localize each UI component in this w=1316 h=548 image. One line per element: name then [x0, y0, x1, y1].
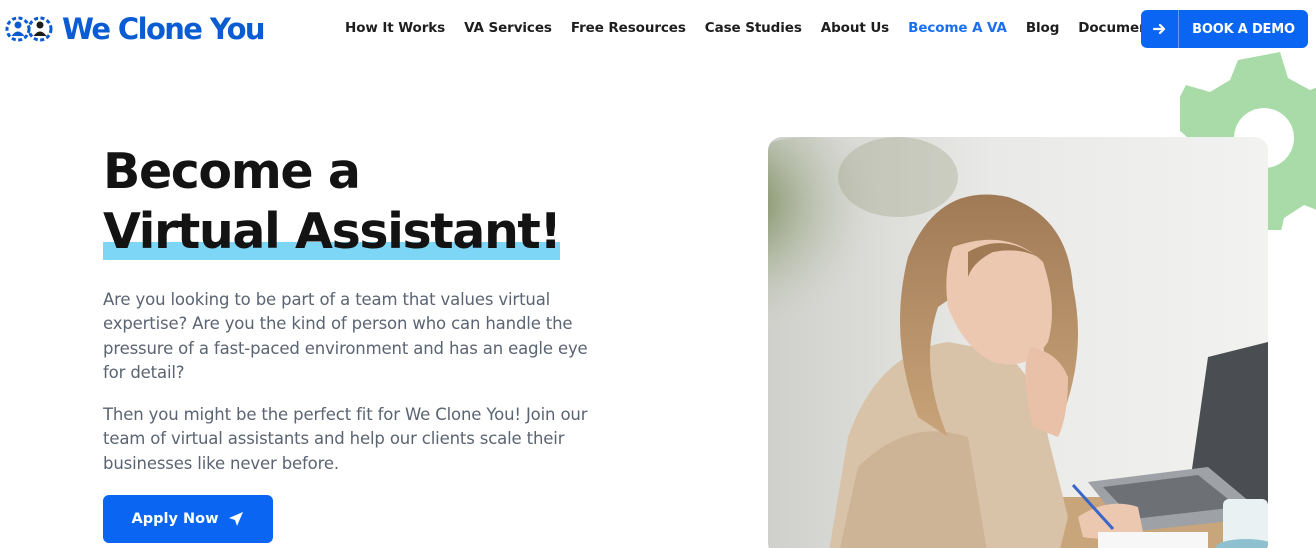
main-nav: How It Works VA Services Free Resources … [345, 20, 1212, 36]
apply-now-button[interactable]: Apply Now [103, 495, 273, 543]
logo[interactable]: We Clone You [4, 10, 266, 48]
paper-plane-icon [229, 512, 244, 526]
nav-case-studies[interactable]: Case Studies [705, 20, 802, 36]
site-header: We Clone You How It Works VA Services Fr… [0, 0, 1316, 58]
people-gear-icon [4, 10, 56, 48]
arrow-right-icon [1141, 10, 1179, 48]
hero-title-line2-wrapper: Virtual Assistant! [103, 202, 562, 262]
brand-name: We Clone You [62, 12, 266, 46]
invite-paragraph: Then you might be the perfect fit for We… [103, 405, 588, 473]
nav-blog[interactable]: Blog [1026, 20, 1060, 36]
nav-about-us[interactable]: About Us [821, 20, 889, 36]
book-demo-label: BOOK A DEMO [1192, 21, 1295, 37]
hero-title: Become a Virtual Assistant! [103, 142, 562, 262]
intro-paragraph: Are you looking to be part of a team tha… [103, 290, 588, 382]
hero-photo [768, 137, 1268, 548]
nav-va-services[interactable]: VA Services [464, 20, 552, 36]
nav-free-resources[interactable]: Free Resources [571, 20, 686, 36]
nav-how-it-works[interactable]: How It Works [345, 20, 445, 36]
hero-title-line1: Become a [103, 143, 361, 200]
nav-become-a-va[interactable]: Become A VA [908, 20, 1007, 36]
hero-title-line2: Virtual Assistant! [103, 203, 562, 260]
apply-now-label: Apply Now [131, 511, 219, 527]
